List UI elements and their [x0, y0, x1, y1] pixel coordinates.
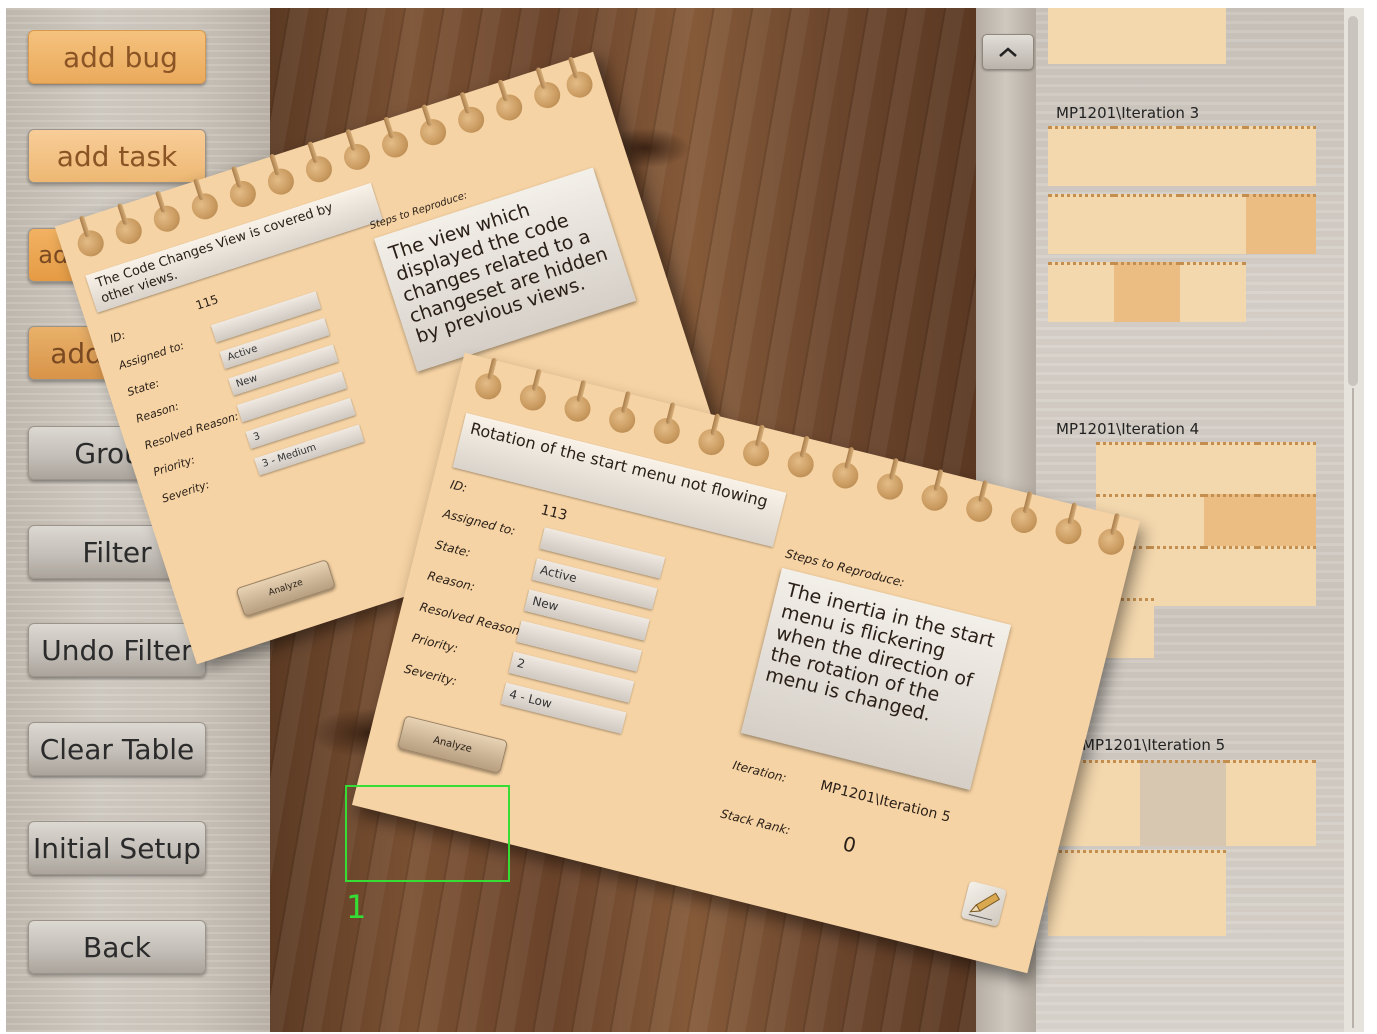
iteration-label: Iteration:: [731, 758, 788, 785]
priority-label: Priority:: [410, 630, 460, 656]
iteration-title: MP1201\Iteration 5: [1082, 736, 1226, 754]
assigned-to-label: Assigned to:: [441, 506, 517, 539]
mini-card[interactable]: [1114, 262, 1180, 322]
mini-card[interactable]: [1114, 194, 1180, 254]
mini-card[interactable]: [1150, 494, 1204, 554]
steps-to-reproduce: The inertia in the start menu is flicker…: [740, 567, 1012, 790]
mini-card[interactable]: [1258, 546, 1316, 606]
scrollbar-track: [1352, 388, 1354, 1028]
mini-card[interactable]: [1048, 262, 1114, 322]
mini-card[interactable]: [1096, 442, 1150, 502]
mini-card[interactable]: [1204, 442, 1258, 502]
vertical-scrollbar[interactable]: [1344, 8, 1364, 1032]
id-value: 113: [539, 502, 569, 525]
mini-card[interactable]: [1246, 126, 1316, 186]
mini-card[interactable]: [1140, 850, 1226, 936]
assigned-to-label: Assigned to:: [117, 338, 186, 373]
mini-card[interactable]: [1048, 8, 1140, 64]
mini-card[interactable]: [1150, 546, 1204, 606]
add-bug-button[interactable]: add bug: [28, 30, 206, 84]
mini-card[interactable]: [1180, 262, 1246, 322]
iteration-title: MP1201\Iteration 3: [1056, 104, 1200, 122]
stack-rank-label: Stack Rank:: [719, 806, 792, 838]
state-label: State:: [125, 376, 161, 399]
analyze-button[interactable]: Analyze: [397, 715, 509, 774]
mini-card[interactable]: [1180, 194, 1246, 254]
mini-card[interactable]: [1258, 442, 1316, 502]
clear-table-button[interactable]: Clear Table: [28, 722, 206, 776]
reason-label: Reason:: [134, 399, 181, 426]
steps-to-reproduce: The view which displayed the code change…: [374, 167, 637, 372]
back-button[interactable]: Back: [28, 920, 206, 974]
id-label: ID:: [448, 477, 469, 496]
mini-card[interactable]: [1048, 194, 1114, 254]
mini-card[interactable]: [1204, 546, 1258, 606]
iteration-title: MP1201\Iteration 4: [1056, 420, 1200, 438]
iteration-value: MP1201\Iteration 5: [818, 777, 953, 826]
severity-label: Severity:: [402, 661, 459, 689]
mini-card[interactable]: [1246, 194, 1316, 254]
severity-label: Severity:: [160, 477, 212, 506]
id-value: 115: [194, 292, 221, 313]
mini-card[interactable]: [1180, 126, 1246, 186]
mini-card[interactable]: [1226, 760, 1316, 846]
state-label: State:: [433, 537, 472, 560]
highlight-number: 1: [346, 888, 367, 926]
edit-button[interactable]: [960, 880, 1007, 927]
mini-card[interactable]: [1048, 126, 1114, 186]
mini-card[interactable]: [1204, 494, 1258, 554]
stack-rank-value: 0: [840, 831, 859, 858]
priority-label: Priority:: [151, 453, 197, 479]
mini-card[interactable]: [1114, 126, 1180, 186]
scroll-up-button[interactable]: [982, 34, 1034, 70]
mini-card[interactable]: [1140, 8, 1226, 64]
initial-setup-button[interactable]: Initial Setup: [28, 821, 206, 875]
add-task-button[interactable]: add task: [28, 129, 206, 183]
pencil-icon: [968, 892, 1001, 921]
mini-card[interactable]: [1150, 442, 1204, 502]
id-label: ID:: [108, 328, 128, 346]
highlight-box: [345, 785, 510, 882]
mini-card[interactable]: [1258, 494, 1316, 554]
scrollbar-thumb[interactable]: [1348, 16, 1358, 386]
mini-card[interactable]: [1048, 850, 1140, 936]
analyze-button[interactable]: Analyze: [235, 558, 337, 618]
reason-label: Reason:: [426, 568, 477, 594]
resolved-reason-label: Resolved Reason:: [418, 599, 526, 640]
mini-card[interactable]: [1140, 760, 1226, 846]
chevron-up-icon: [999, 47, 1017, 57]
undo-filter-button[interactable]: Undo Filter: [28, 623, 206, 677]
